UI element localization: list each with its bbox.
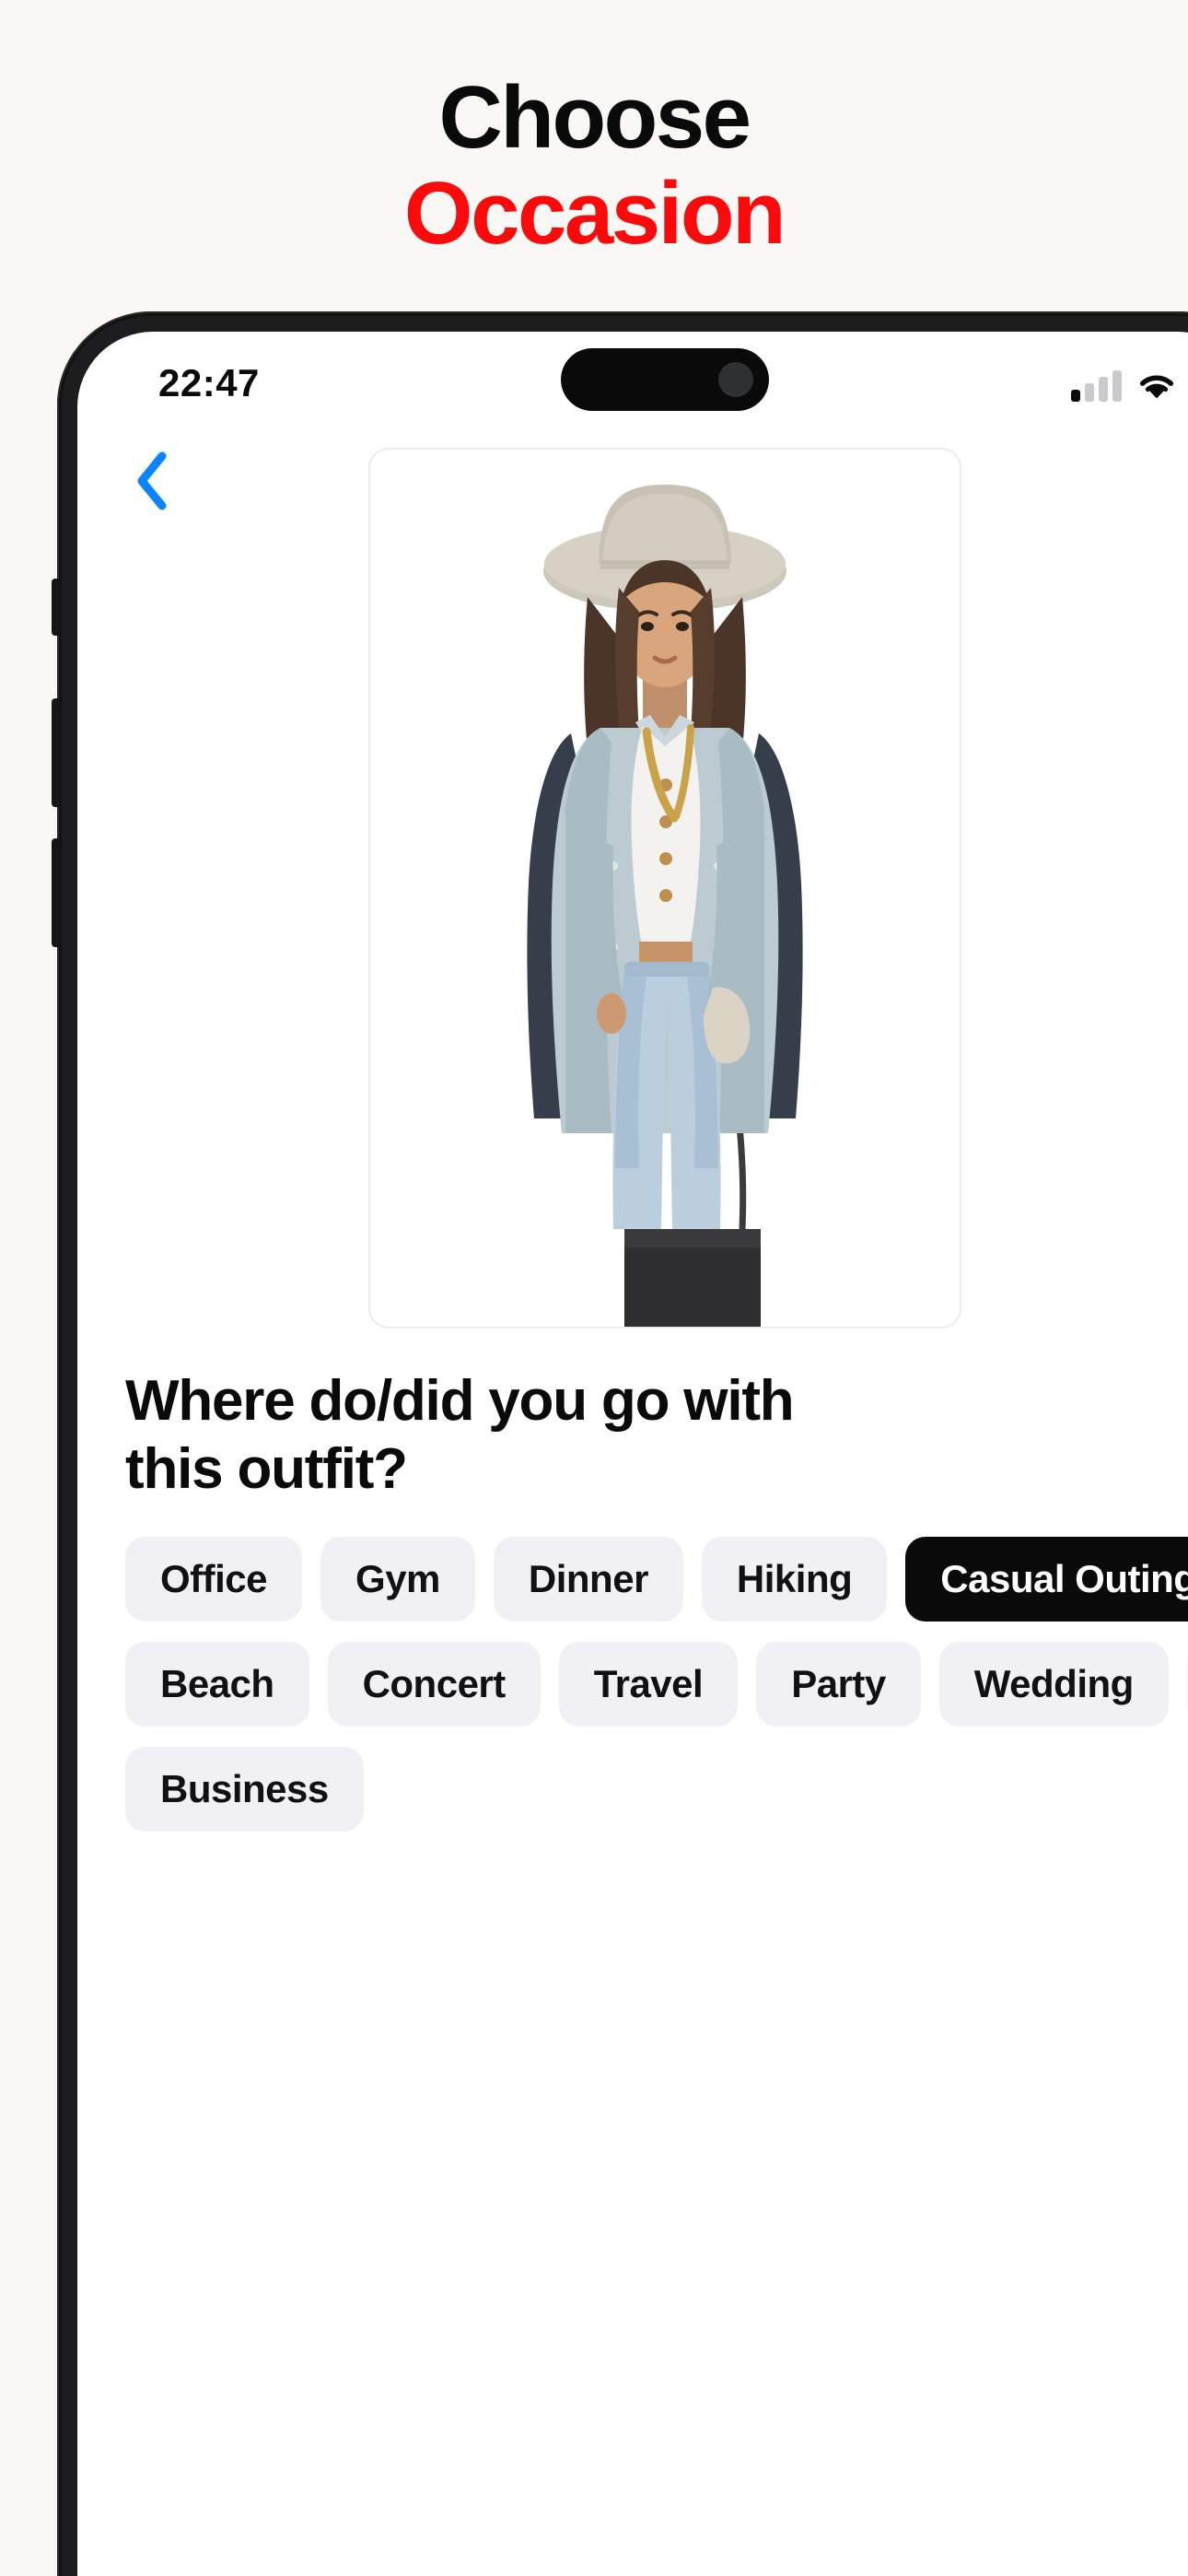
occasion-chip[interactable]: Wedding [938,1642,1169,1727]
promo-headline-line-1: Choose [438,68,751,167]
question-line-2: this outfit? [125,1437,408,1501]
occasion-chip[interactable]: Beach [125,1642,309,1727]
status-bar-indicators [1071,363,1177,402]
question-line-1: Where do/did you go with [125,1369,795,1433]
phone-screen: 22:47 Where do/did you go with this outf… [77,332,1188,2576]
front-camera-dot-icon [718,362,753,397]
occasion-chip[interactable]: Business [125,1747,364,1832]
occasion-chip[interactable]: Travel [558,1642,739,1727]
phone-volume-up-button [52,698,59,807]
back-button[interactable] [122,451,181,510]
occasion-chip[interactable]: Hiking [701,1537,888,1622]
occasion-chip-list: Office Gym Dinner Hiking Casual Outing Beach C… [125,1537,1188,1832]
app-content: Where do/did you go with this outfit? Of… [77,440,1188,2576]
status-bar: 22:47 [77,332,1188,440]
phone-silent-switch [52,579,59,636]
status-bar-time: 22:47 [158,361,260,404]
outfit-image [370,450,960,1327]
occasion-chip[interactable]: Gym [320,1537,475,1622]
outfit-preview-card[interactable] [368,448,961,1329]
phone-mockup-frame: 22:47 Where do/did you go with this outf… [52,311,1188,2576]
phone-volume-down-button [52,838,59,947]
occasion-chip[interactable]: Party [756,1642,921,1727]
promo-headline: Choose Occasion [0,72,1188,260]
occasion-chip[interactable]: Dinner [493,1537,683,1622]
question-heading: Where do/did you go with this outfit? [125,1367,1188,1504]
screenshot-root: Choose Occasion 22:47 Where do/did you g… [0,0,1188,2576]
occasion-chip[interactable]: Casual Outing [905,1537,1188,1622]
occasion-chip[interactable]: Office [125,1537,303,1622]
occasion-chip[interactable]: Concert [327,1642,541,1727]
wifi-icon [1139,375,1174,399]
cellular-bars-icon [1071,370,1122,402]
promo-headline-line-2: Occasion [403,164,786,263]
chevron-left-icon [137,451,167,510]
dynamic-island [561,348,769,411]
